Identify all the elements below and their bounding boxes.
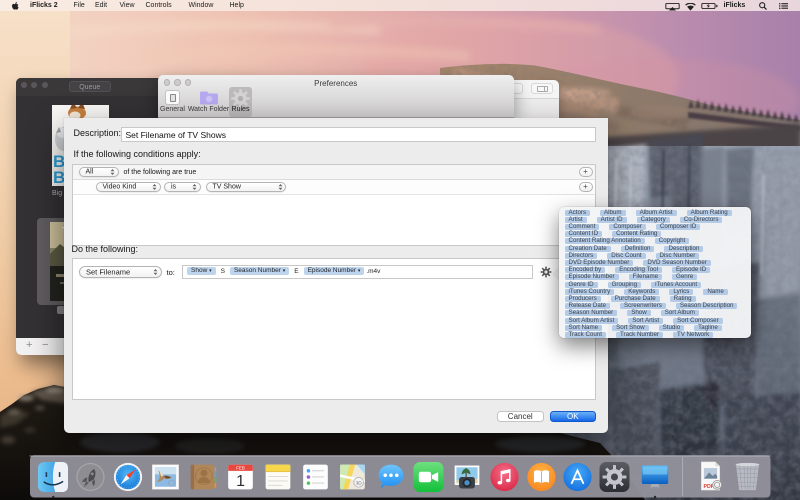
svg-text:1: 1	[236, 473, 245, 490]
svg-text:3D: 3D	[356, 480, 363, 486]
svg-text:FEB: FEB	[236, 466, 245, 471]
